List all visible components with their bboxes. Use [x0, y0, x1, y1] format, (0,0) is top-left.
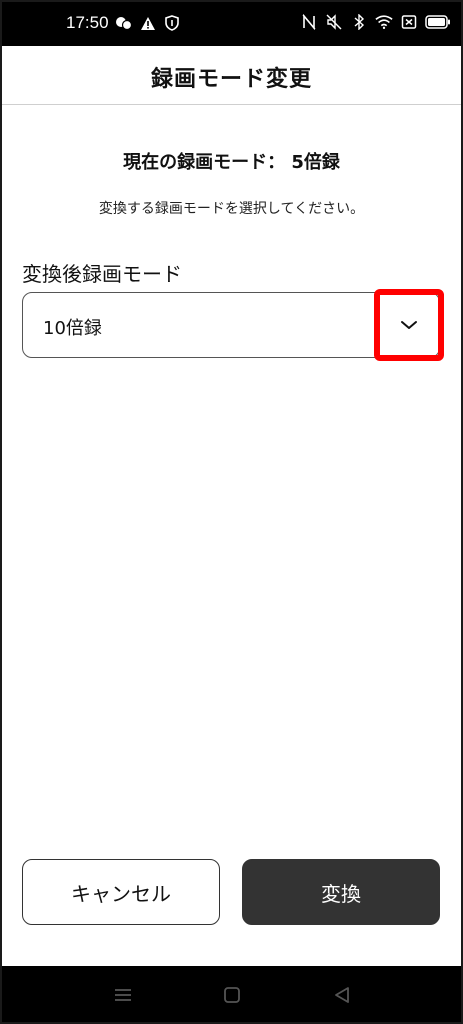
- wifi-icon: [375, 13, 393, 31]
- convert-button[interactable]: 変換: [242, 859, 440, 925]
- current-mode-text: 現在の録画モード： 5倍録: [123, 152, 340, 173]
- status-right-icons: [300, 13, 451, 31]
- menu-icon[interactable]: [111, 984, 135, 1006]
- chevron-down-icon: [400, 316, 418, 335]
- dropdown-button[interactable]: [374, 289, 444, 361]
- field-label: 変換後録画モード: [22, 262, 182, 286]
- warning-icon: [139, 14, 157, 32]
- home-icon[interactable]: [220, 984, 244, 1006]
- selected-mode-value: 10倍録: [43, 318, 102, 339]
- instruction-text: 変換する録画モードを選択してください。: [98, 201, 365, 217]
- status-left-icons: [115, 14, 181, 32]
- cancel-button[interactable]: キャンセル: [22, 859, 220, 925]
- shield-icon: [163, 14, 181, 32]
- bluetooth-icon: [350, 13, 368, 31]
- status-time: 17:50: [66, 13, 109, 32]
- chat-bubbles-icon: [115, 14, 133, 32]
- back-icon[interactable]: [330, 984, 354, 1006]
- page-title: 録画モード変更: [150, 67, 312, 92]
- mute-icon: [325, 13, 343, 31]
- app-header: 録画モード変更: [0, 46, 463, 105]
- sim-off-icon: [400, 13, 418, 31]
- nfc-icon: [300, 13, 318, 31]
- battery-icon: [425, 13, 451, 31]
- status-bar: 17:50: [0, 0, 463, 46]
- navigation-bar: [0, 966, 463, 1024]
